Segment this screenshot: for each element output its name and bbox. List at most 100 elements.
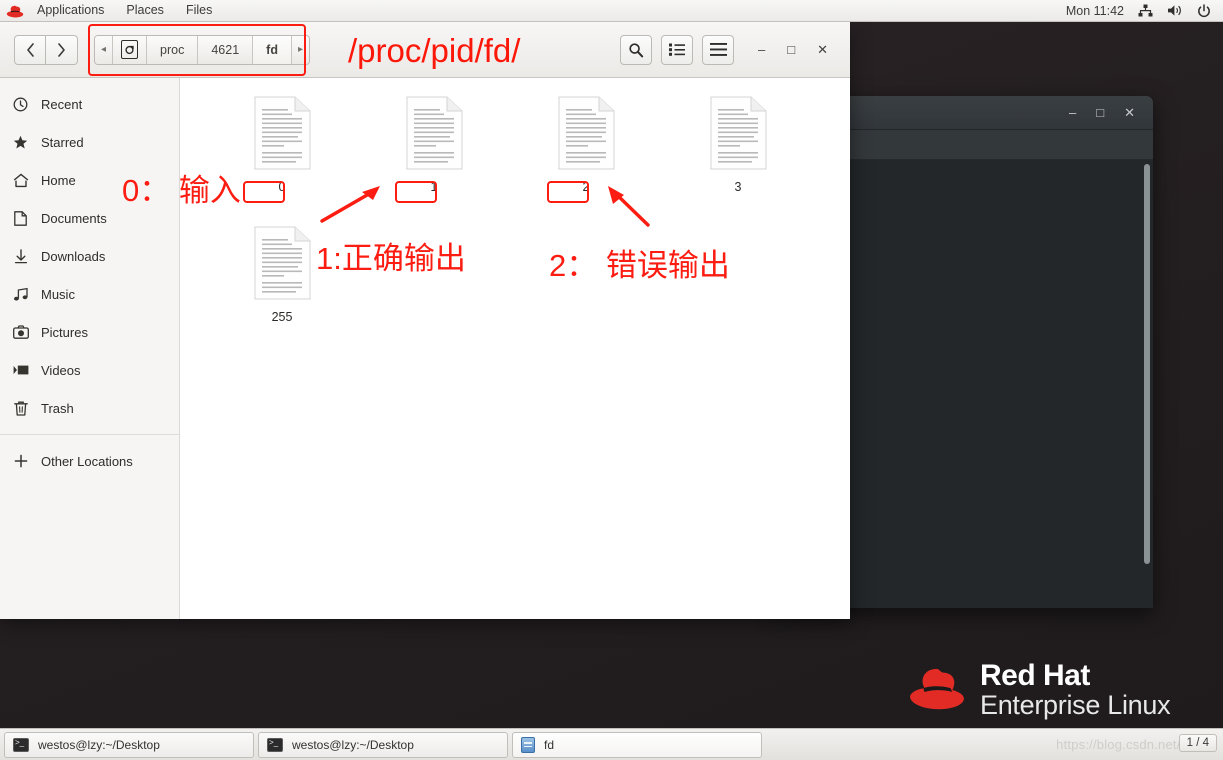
sidebar-item-home[interactable]: Home (0, 161, 179, 199)
file-name: 0 (278, 180, 286, 194)
workspace-indicator[interactable]: 1 / 4 (1178, 734, 1217, 752)
sidebar-item-videos[interactable]: Videos (0, 351, 179, 389)
files-close-button[interactable]: ✕ (817, 43, 828, 56)
sidebar-item-trash[interactable]: Trash (0, 389, 179, 427)
file-item[interactable]: 0 (206, 96, 358, 226)
header-toolbar (620, 34, 734, 65)
text-document-icon (406, 96, 463, 170)
search-button[interactable] (620, 34, 652, 65)
file-item[interactable]: 2 (510, 96, 662, 226)
gnome-top-panel: Applications Places Files Mon 11:42 (0, 0, 1223, 22)
file-manager-icon (521, 736, 535, 753)
red-hat-fedora-icon (908, 665, 966, 715)
sidebar-item-downloads[interactable]: Downloads (0, 237, 179, 275)
sidebar-label-home: Home (41, 172, 76, 188)
video-icon (12, 364, 29, 376)
breadcrumb-overflow-left[interactable]: ◂ (95, 35, 114, 64)
screen: Red Hat Enterprise Linux ktop – □ ✕ (0, 0, 1223, 760)
sidebar-label-pictures: Pictures (41, 324, 88, 340)
brand-line-1: Red Hat (980, 659, 1090, 692)
music-note-icon (12, 287, 29, 302)
text-document-icon (254, 226, 311, 300)
download-icon (12, 248, 29, 264)
files-maximize-button[interactable]: □ (787, 43, 795, 56)
trash-icon (12, 401, 29, 416)
top-panel-applications-menu[interactable]: Applications (26, 0, 115, 21)
sidebar: Recent Starred Home Documents Downloads … (0, 78, 180, 619)
list-view-icon (669, 43, 685, 56)
sidebar-label-downloads: Downloads (41, 248, 106, 264)
main-menu-button[interactable] (702, 34, 734, 65)
view-toggle-button[interactable] (661, 34, 693, 65)
camera-icon (12, 325, 29, 339)
sidebar-label-documents: Documents (41, 210, 107, 226)
breadcrumb-overflow-right[interactable]: ▸ (291, 35, 310, 64)
taskbar-item-terminal-1[interactable]: >_ westos@lzy:~/Desktop (4, 731, 254, 758)
sidebar-label-trash: Trash (41, 400, 74, 416)
terminal-maximize-button[interactable]: □ (1096, 106, 1104, 119)
sidebar-divider (0, 434, 179, 435)
sidebar-item-music[interactable]: Music (0, 275, 179, 313)
top-panel-status-area: Mon 11:42 (1066, 4, 1223, 18)
search-icon (629, 42, 644, 57)
sidebar-item-recent[interactable]: Recent (0, 85, 179, 123)
sidebar-label-starred: Starred (41, 134, 84, 150)
taskbar-item-terminal-2[interactable]: >_ westos@lzy:~/Desktop (258, 731, 508, 758)
power-icon[interactable] (1197, 3, 1211, 18)
plus-icon (12, 454, 29, 468)
taskbar-label: fd (544, 737, 555, 752)
clock[interactable]: Mon 11:42 (1066, 4, 1124, 18)
sidebar-item-other-locations[interactable]: Other Locations (0, 442, 179, 480)
file-name: 3 (734, 180, 742, 194)
files-minimize-button[interactable]: – (758, 43, 765, 56)
terminal-minimize-button[interactable]: – (1069, 106, 1076, 119)
back-button[interactable] (14, 34, 46, 65)
breadcrumb[interactable]: ◂ proc 4621 fd ▸ (94, 34, 311, 65)
red-hat-logo: Red Hat Enterprise Linux (908, 659, 1171, 721)
sidebar-label-recent: Recent (41, 96, 83, 112)
files-body: Recent Starred Home Documents Downloads … (0, 78, 850, 619)
breadcrumb-root-device[interactable] (113, 35, 148, 64)
terminal-icon: >_ (13, 737, 29, 752)
terminal-scrollbar[interactable] (1144, 164, 1150, 564)
file-grid: 0 1 2 3 255 (206, 96, 850, 356)
red-hat-menu-icon (6, 4, 24, 18)
file-name: 255 (271, 310, 293, 324)
file-item[interactable]: 255 (206, 226, 358, 356)
breadcrumb-item-fd[interactable]: fd (253, 35, 292, 64)
file-name: 2 (582, 180, 590, 194)
file-name: 1 (430, 180, 438, 194)
terminal-icon: >_ (267, 737, 283, 752)
terminal-close-button[interactable]: ✕ (1124, 106, 1135, 119)
text-document-icon (254, 96, 311, 170)
sidebar-item-documents[interactable]: Documents (0, 199, 179, 237)
file-grid-area[interactable]: 0 1 2 3 255 (180, 78, 850, 619)
files-window-controls: – □ ✕ (734, 43, 842, 56)
brand-line-2: Enterprise Linux (980, 690, 1171, 721)
network-icon[interactable] (1138, 4, 1153, 17)
breadcrumb-item-4621[interactable]: 4621 (198, 35, 254, 64)
taskbar-label: westos@lzy:~/Desktop (38, 737, 160, 752)
document-icon (12, 210, 29, 226)
breadcrumb-item-proc[interactable]: proc (147, 35, 199, 64)
sidebar-label-videos: Videos (41, 362, 81, 378)
star-icon (12, 135, 29, 150)
file-item[interactable]: 1 (358, 96, 510, 226)
sidebar-item-pictures[interactable]: Pictures (0, 313, 179, 351)
clock-icon (12, 97, 29, 112)
volume-icon[interactable] (1167, 4, 1183, 17)
taskbar: >_ westos@lzy:~/Desktop >_ westos@lzy:~/… (0, 728, 1223, 760)
forward-button[interactable] (46, 34, 78, 65)
top-panel-files-menu[interactable]: Files (175, 0, 223, 21)
files-window[interactable]: ◂ proc 4621 fd ▸ – □ ✕ Recent Starred Ho… (0, 22, 850, 619)
taskbar-label: westos@lzy:~/Desktop (292, 737, 414, 752)
navigation-buttons (14, 34, 78, 65)
file-item[interactable]: 3 (662, 96, 814, 226)
top-panel-places-menu[interactable]: Places (115, 0, 175, 21)
taskbar-item-files-fd[interactable]: fd (512, 731, 762, 758)
device-icon (121, 40, 139, 59)
hamburger-menu-icon (709, 43, 727, 56)
text-document-icon (558, 96, 615, 170)
sidebar-item-starred[interactable]: Starred (0, 123, 179, 161)
sidebar-label-music: Music (41, 286, 75, 302)
